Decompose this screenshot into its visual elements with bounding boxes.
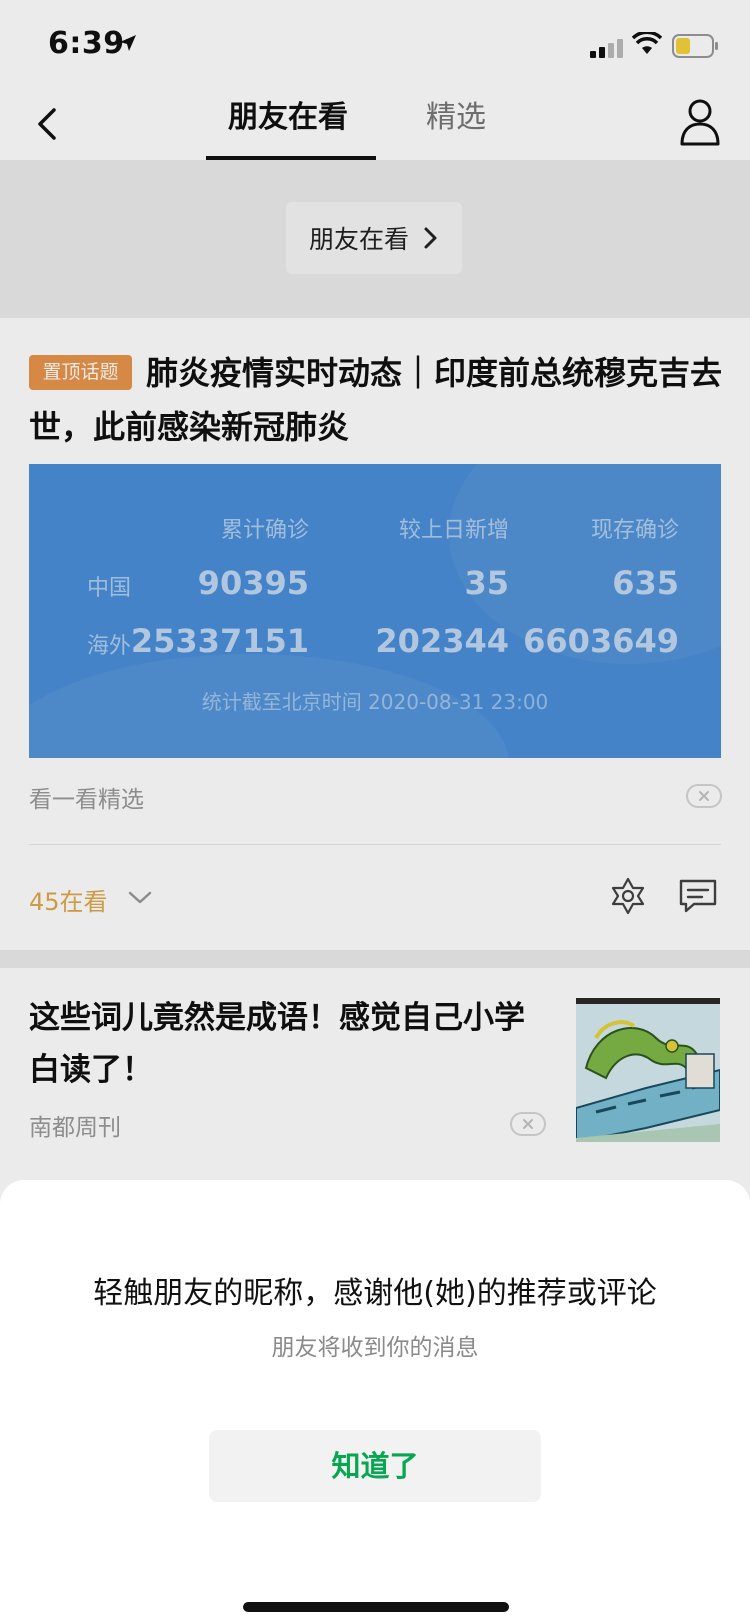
home-indicator[interactable] <box>243 1602 509 1612</box>
sheet-title: 轻触朋友的昵称，感谢他(她)的推荐或评论 <box>93 1276 657 1311</box>
got-it-button[interactable]: 知道了 <box>209 1430 541 1502</box>
sheet-subtitle: 朋友将收到你的消息 <box>271 1335 479 1361</box>
tip-bottom-sheet: 轻触朋友的昵称，感谢他(她)的推荐或评论 朋友将收到你的消息 知道了 <box>0 1180 750 1623</box>
